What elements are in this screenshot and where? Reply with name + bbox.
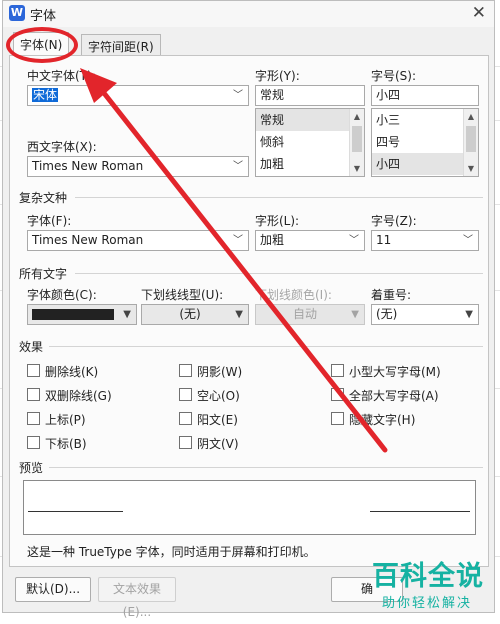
annotation-arrow: [80, 68, 388, 453]
watermark: 百科全说 助你轻松解决: [372, 554, 494, 611]
watermark-sub-text: 助你轻松解决: [382, 596, 473, 611]
arrow-head: [80, 68, 117, 103]
arrow-shaft: [97, 85, 388, 453]
watermark-main-text: 百科全说: [372, 561, 484, 592]
